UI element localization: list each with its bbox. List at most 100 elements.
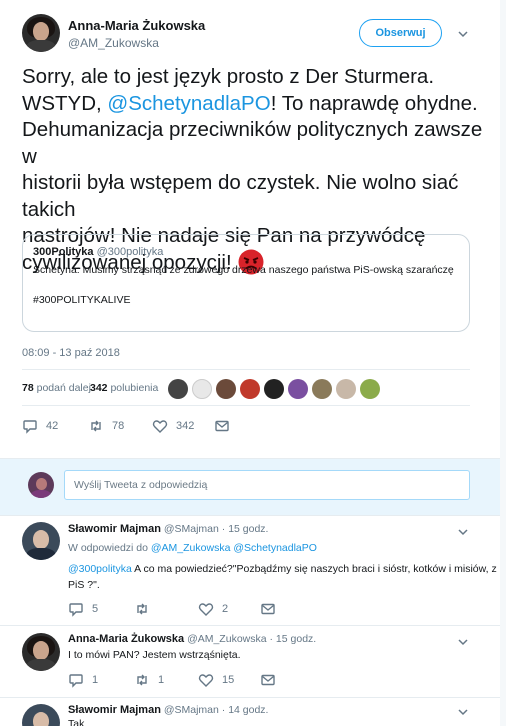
liker-avatar[interactable] (192, 379, 212, 399)
reply-author-handle[interactable]: @AM_Zukowska (187, 633, 267, 645)
like-stats[interactable]: 342 polubienia (90, 382, 158, 394)
reply-action[interactable]: 5 (68, 601, 98, 617)
reply-author-name[interactable]: Sławomir Majman (68, 523, 161, 535)
reply-avatar[interactable] (22, 704, 60, 726)
like-action-count: 342 (176, 420, 195, 432)
replying-to-prefix: W odpowiedzi do (68, 542, 151, 554)
reply-text: Tak (68, 718, 85, 726)
reply-text-line: PiS ?". (68, 579, 100, 591)
heart-icon (152, 420, 168, 433)
quoted-author-name: 300Polityka (33, 246, 94, 258)
follow-button[interactable]: Obserwuj (359, 19, 442, 47)
divider (22, 405, 470, 406)
reply-author-name[interactable]: Anna-Maria Żukowska (68, 633, 184, 645)
reply-author-name[interactable]: Sławomir Majman (68, 704, 161, 716)
like-count: 342 (90, 382, 108, 394)
author-avatar[interactable] (22, 14, 60, 52)
liker-avatar[interactable] (360, 379, 380, 399)
retweet-count: 78 (22, 382, 34, 394)
reply-time[interactable]: · 15 godz. (222, 523, 269, 535)
quoted-tweet-text: Schetyna: Musimy strząsnąć ze zdrowego d… (33, 264, 454, 276)
like-action-count: 2 (222, 603, 229, 615)
chevron-down-icon[interactable] (457, 526, 469, 538)
reply-text: I to mówi PAN? Jestem wstrząśnięta. (68, 649, 241, 661)
retweet-icon (91, 420, 101, 432)
like-action[interactable]: 2 (198, 601, 228, 617)
reply-text-fragment: A co ma powiedzieć?"Pozbądźmy się naszyc… (131, 563, 497, 575)
mention-link[interactable]: @SchetynadlaPO (107, 92, 270, 115)
likers-avatar-row (168, 379, 380, 399)
author-name[interactable]: Anna-Maria Żukowska (68, 18, 205, 33)
retweet-icon (137, 674, 147, 686)
direct-message-action[interactable] (260, 601, 284, 617)
chevron-down-icon[interactable] (457, 706, 469, 718)
direct-message-action[interactable] (214, 418, 238, 434)
heart-icon (198, 674, 214, 687)
chevron-down-icon[interactable] (457, 28, 469, 40)
like-label: polubienia (110, 382, 159, 394)
reply-avatar[interactable] (22, 522, 60, 560)
tweet-text-line: WSTYD, @SchetynadlaPO! To naprawdę ohydn… (22, 91, 492, 118)
tweet-text-line: Dehumanizacja przeciwników politycznych … (22, 118, 483, 168)
quoted-author-handle: @300polityka (96, 246, 164, 258)
tweet-text-fragment: WSTYD, (22, 91, 108, 115)
retweet-label: podań dalej (36, 382, 91, 394)
reply-input[interactable]: Wyślij Tweeta z odpowiedzią (64, 470, 470, 500)
divider (0, 625, 506, 626)
reply-header: Sławomir Majman @SMajman · 15 godz. (68, 523, 268, 535)
retweet-action[interactable]: 78 (88, 418, 124, 434)
reply-header: Sławomir Majman @SMajman · 14 godz. (68, 704, 268, 716)
tweet-text-fragment: ! To naprawdę ohydne. (270, 91, 478, 115)
reply-avatar[interactable] (22, 633, 60, 671)
chevron-down-icon[interactable] (457, 636, 469, 648)
replying-to-links[interactable]: @AM_Zukowska @SchetynadlaPO (151, 542, 317, 554)
retweet-action-count: 78 (112, 420, 125, 432)
scrollbar-track[interactable] (500, 0, 506, 726)
author-handle[interactable]: @AM_Zukowska (68, 36, 159, 50)
reply-count: 1 (92, 674, 99, 686)
replying-to: W odpowiedzi do @AM_Zukowska @Schetynadl… (68, 542, 317, 554)
envelope-icon (261, 674, 275, 686)
reply-icon (69, 674, 83, 688)
quoted-tweet-header: 300Polityka @300polityka (33, 246, 163, 258)
reply-count: 5 (92, 603, 99, 615)
tweet-text-line: Sorry, ale to jest język prosto z Der St… (22, 65, 435, 88)
tweet-text-line: historii była wstępem do czystek. Nie wo… (22, 171, 459, 221)
heart-icon (198, 603, 214, 616)
reply-icon (69, 603, 83, 617)
envelope-icon (215, 420, 229, 432)
retweet-stats[interactable]: 78 podań dalej (22, 382, 91, 394)
reply-icon (23, 420, 37, 434)
reply-input-placeholder: Wyślij Tweeta z odpowiedzią (74, 479, 208, 491)
reply-time[interactable]: · 14 godz. (222, 704, 269, 716)
like-action[interactable]: 342 (152, 418, 194, 434)
reply-action[interactable]: 42 (22, 418, 58, 434)
divider (22, 369, 470, 370)
current-user-avatar[interactable] (28, 472, 54, 498)
liker-avatar[interactable] (240, 379, 260, 399)
quoted-tweet-hashtag: #300POLITYKALIVE (33, 294, 131, 306)
direct-message-action[interactable] (260, 672, 284, 688)
like-action[interactable]: 15 (198, 672, 234, 688)
retweet-action[interactable]: 1 (134, 672, 164, 688)
liker-avatar[interactable] (288, 379, 308, 399)
reply-header: Anna-Maria Żukowska @AM_Zukowska · 15 go… (68, 633, 316, 645)
liker-avatar[interactable] (312, 379, 332, 399)
reply-author-handle[interactable]: @SMajman (164, 704, 219, 716)
retweet-action-count: 1 (158, 674, 165, 686)
retweet-icon (137, 603, 147, 615)
reply-time[interactable]: · 15 godz. (270, 633, 317, 645)
liker-avatar[interactable] (168, 379, 188, 399)
reply-action[interactable]: 1 (68, 672, 98, 688)
retweet-action[interactable] (134, 601, 158, 617)
tweet-timestamp[interactable]: 08:09 - 13 paź 2018 (22, 347, 120, 359)
liker-avatar[interactable] (216, 379, 236, 399)
liker-avatar[interactable] (336, 379, 356, 399)
reply-text-line: @300polityka A co ma powiedzieć?"Pozbądź… (68, 561, 497, 577)
like-action-count: 15 (222, 674, 235, 686)
envelope-icon (261, 603, 275, 615)
liker-avatar[interactable] (264, 379, 284, 399)
reply-author-handle[interactable]: @SMajman (164, 523, 219, 535)
mention-link[interactable]: @300polityka (68, 563, 132, 575)
reply-count: 42 (46, 420, 59, 432)
